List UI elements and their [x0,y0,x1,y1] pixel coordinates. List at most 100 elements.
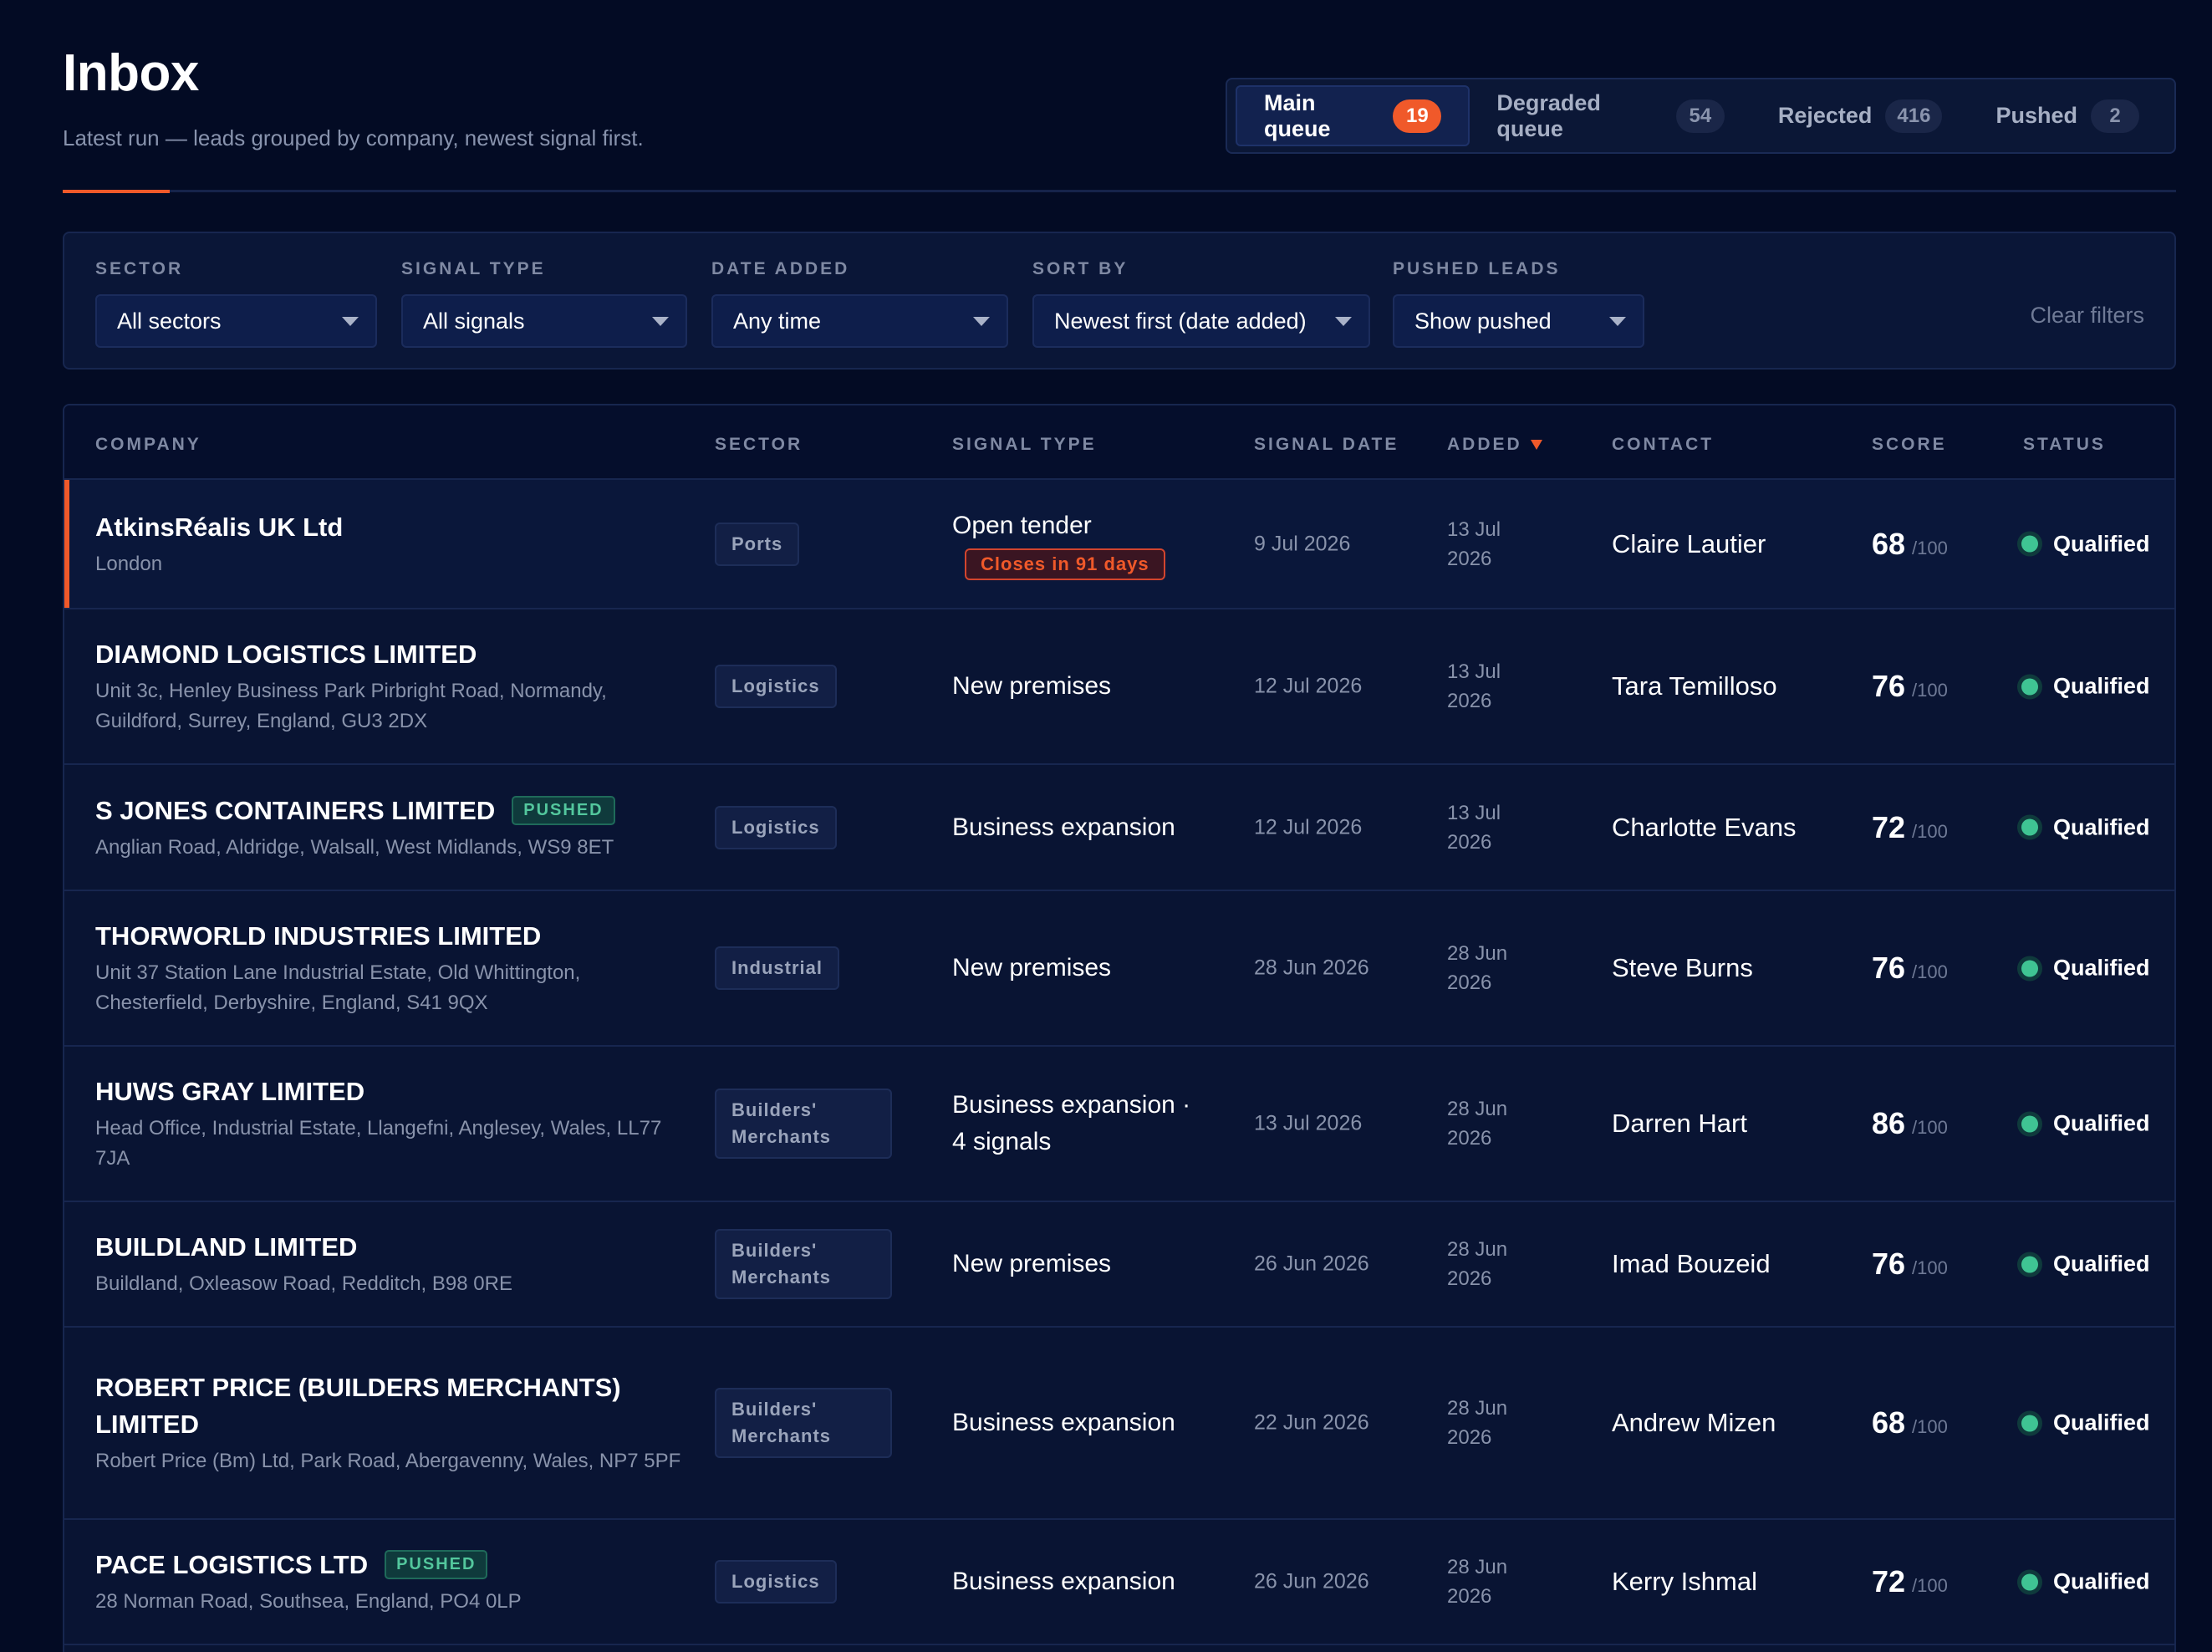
table-row[interactable]: BUILDLAND LIMITED Buildland, Oxleasow Roa… [64,1202,2174,1328]
signal-type-cell: Open tender Closes in 91 days [952,507,1203,581]
signal-type-cell: New premises [952,950,1203,987]
tab-rejected[interactable]: Rejected 416 [1751,85,1970,146]
company-name-text: BUILDLAND LIMITED [95,1232,358,1262]
date-added-filter: DATE ADDED Any time [711,259,1008,348]
clear-filters-button[interactable]: Clear filters [2030,303,2144,329]
table-row[interactable]: DIAMOND LOGISTICS LIMITED Unit 3c, Henley… [64,609,2174,765]
column-header-signal-date[interactable]: SIGNAL DATE [1254,435,1399,455]
contact-name[interactable]: Tara Temilloso [1612,671,1777,701]
score-max: /100 [1912,1416,1948,1437]
status-dot-icon [2021,1256,2038,1272]
tab-label: Degraded queue [1496,89,1601,141]
caret-down-icon [652,317,669,326]
signal-type-select[interactable]: All signals [401,294,687,348]
column-header-status[interactable]: STATUS [2023,435,2106,455]
signal-type-text: New premises [952,1250,1112,1277]
score-value: 68/100 [1872,527,1948,562]
sector-tag: Builders' Merchants [715,1229,892,1299]
company-name[interactable]: AtkinsRéalis UK Ltd [95,509,689,546]
company-address: London [95,552,163,575]
column-header-company[interactable]: COMPANY [95,435,201,455]
signal-date: 12 Jul 2026 [1254,674,1363,698]
sector-tag: Logistics [715,665,837,708]
signal-date: 28 Jun 2026 [1254,956,1369,980]
tab-pushed[interactable]: Pushed 2 [1969,85,2166,146]
company-name[interactable]: DIAMOND LOGISTICS LIMITED [95,636,689,673]
status-label: Qualified [2053,814,2150,839]
company-address: Buildland, Oxleasow Road, Redditch, B98 … [95,1272,512,1295]
table-row[interactable]: THORWORLD INDUSTRIES LIMITED Unit 37 Stat… [64,891,2174,1047]
contact-name[interactable]: Imad Bouzeid [1612,1249,1771,1279]
company-name[interactable]: THORWORLD INDUSTRIES LIMITED [95,918,689,955]
signal-type-cell: New premises [952,1246,1203,1282]
table-row[interactable]: AtkinsRéalis UK Ltd London Ports Open tende… [64,480,2174,609]
company-name-text: PACE LOGISTICS LTD [95,1550,369,1579]
company-name[interactable]: BUILDLAND LIMITED [95,1229,689,1266]
column-header-sector[interactable]: SECTOR [715,435,803,455]
sort-by-filter: SORT BY Newest first (date added) [1032,259,1370,348]
added-date: 13 Jul 2026 [1447,801,1501,854]
column-header-label: ADDED [1447,435,1522,454]
tab-label: Rejected [1777,103,1873,128]
signal-type-text: Business expansion · 4 signals [952,1091,1191,1155]
score-max: /100 [1912,680,1948,701]
status-badge: Qualified [2021,1410,2150,1436]
table-row[interactable]: PACE LOGISTICS LTD PUSHED 28 Norman Road, … [64,1520,2174,1645]
page-title: Inbox [63,44,199,102]
header-divider [63,190,2176,193]
company-address: Unit 37 Station Lane Industrial Estate, … [95,961,581,1014]
sector-tag: Ports [715,522,800,566]
table-row[interactable]: HUWS GRAY LIMITED Head Office, Industrial… [64,1047,2174,1202]
company-cell: PACE LOGISTICS LTD PUSHED 28 Norman Road, … [95,1547,689,1617]
table-body: AtkinsRéalis UK Ltd London Ports Open tende… [64,480,2174,1645]
company-name[interactable]: PACE LOGISTICS LTD PUSHED [95,1547,689,1583]
signal-type-text: New premises [952,954,1112,982]
company-name[interactable]: HUWS GRAY LIMITED [95,1073,689,1110]
company-cell: ROBERT PRICE (BUILDERS MERCHANTS) LIMITE… [95,1369,689,1476]
table-row[interactable]: ROBERT PRICE (BUILDERS MERCHANTS) LIMITE… [64,1328,2174,1520]
tab-degraded-queue[interactable]: Degraded queue 54 [1470,85,1751,146]
contact-name[interactable]: Claire Lautier [1612,529,1766,559]
score-number: 86 [1872,1106,1906,1140]
filter-label: DATE ADDED [711,259,850,278]
contact-name[interactable]: Steve Burns [1612,953,1753,983]
status-label: Qualified [2053,673,2150,699]
status-badge: Qualified [2021,1111,2150,1137]
company-cell: HUWS GRAY LIMITED Head Office, Industrial… [95,1073,689,1174]
sort-by-select[interactable]: Newest first (date added) [1032,294,1370,348]
company-name-text: HUWS GRAY LIMITED [95,1077,365,1106]
signal-type-cell: Business expansion [952,1405,1203,1441]
signal-type-text: Open tender [952,511,1092,539]
status-dot-icon [2021,1415,2038,1431]
column-header-score[interactable]: SCORE [1872,435,1947,455]
select-value: Show pushed [1414,308,1552,334]
filter-bar: SECTOR All sectors SIGNAL TYPE All signa… [63,232,2176,370]
table-row[interactable]: S JONES CONTAINERS LIMITED PUSHED Anglian … [64,765,2174,891]
deadline-badge: Closes in 91 days [965,548,1165,580]
score-value: 72/100 [1872,810,1948,845]
pushed-leads-select[interactable]: Show pushed [1393,294,1644,348]
score-value: 76/100 [1872,669,1948,704]
signal-type-filter: SIGNAL TYPE All signals [401,259,687,348]
added-date: 28 Jun 2026 [1447,1397,1508,1449]
added-date: 13 Jul 2026 [1447,660,1501,712]
contact-name[interactable]: Charlotte Evans [1612,813,1797,843]
contact-name[interactable]: Darren Hart [1612,1109,1747,1139]
company-name[interactable]: S JONES CONTAINERS LIMITED PUSHED [95,793,689,829]
column-header-signal-type[interactable]: SIGNAL TYPE [952,435,1097,455]
queue-tabs: Main queue 19 Degraded queue 54 Rejected… [1226,78,2176,154]
tab-main-queue[interactable]: Main queue 19 [1236,85,1470,146]
column-header-contact[interactable]: CONTACT [1612,435,1714,455]
column-header-added[interactable]: ADDED [1447,435,1542,455]
date-added-select[interactable]: Any time [711,294,1008,348]
tab-label: Pushed [1995,103,2077,128]
tab-count-badge: 2 [2091,99,2139,133]
status-dot-icon [2021,535,2038,553]
pushed-leads-filter: PUSHED LEADS Show pushed [1393,259,1644,348]
contact-name[interactable]: Kerry Ishmal [1612,1567,1757,1597]
contact-name[interactable]: Andrew Mizen [1612,1408,1776,1438]
added-date: 28 Jun 2026 [1447,1098,1508,1150]
sector-select[interactable]: All sectors [95,294,377,348]
company-name[interactable]: ROBERT PRICE (BUILDERS MERCHANTS) LIMITE… [95,1369,689,1443]
caret-down-icon [342,317,359,326]
